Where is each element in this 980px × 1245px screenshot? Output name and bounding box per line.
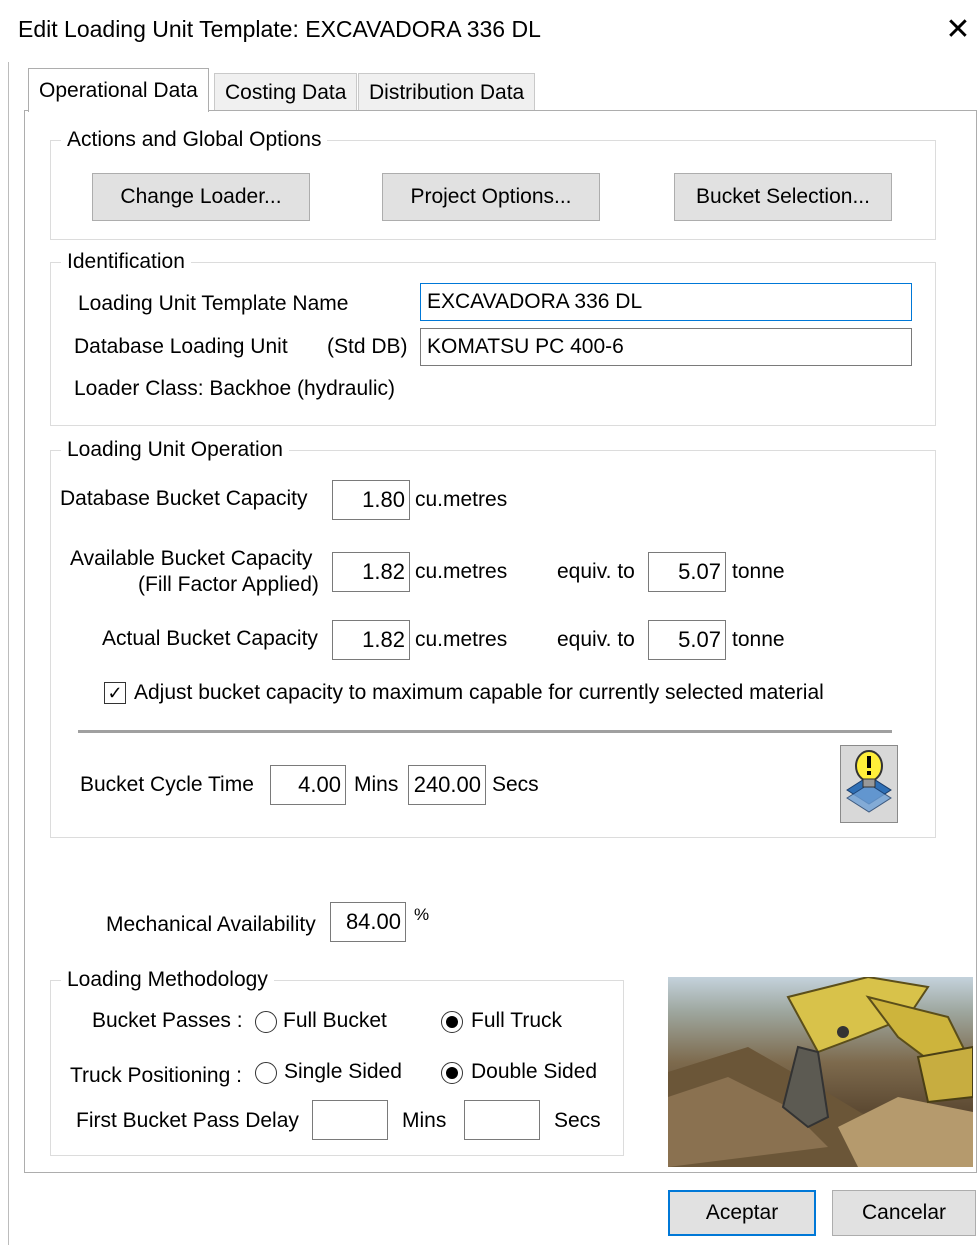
lightbulb-icon-graphic <box>846 750 892 813</box>
db-bucket-capacity-label: Database Bucket Capacity <box>60 487 308 510</box>
std-db-label: (Std DB) <box>327 335 408 358</box>
cycle-secs-field[interactable]: 240.00 <box>408 765 486 805</box>
truck-positioning-label: Truck Positioning : <box>70 1064 242 1087</box>
adjust-capacity-checkbox[interactable]: ✓ <box>104 682 126 704</box>
delay-mins-field[interactable] <box>312 1100 388 1140</box>
actual-capacity-unit: cu.metres <box>415 628 508 651</box>
available-tonne-unit: tonne <box>732 560 785 583</box>
available-capacity-label: Available Bucket Capacity <box>70 547 313 570</box>
double-sided-label: Double Sided <box>471 1060 598 1083</box>
db-capacity-unit: cu.metres <box>415 488 508 511</box>
bucket-cycle-label: Bucket Cycle Time <box>80 773 254 796</box>
ok-button[interactable]: Aceptar <box>668 1190 816 1236</box>
cancel-button[interactable]: Cancelar <box>832 1190 976 1236</box>
actual-capacity-field[interactable]: 1.82 <box>332 620 410 660</box>
bucket-passes-label: Bucket Passes : <box>92 1009 243 1032</box>
actual-equiv-label: equiv. to <box>557 628 635 651</box>
identification-legend: Identification <box>67 250 185 273</box>
actual-tonne-field: 5.07 <box>648 620 726 660</box>
excavator-photo <box>668 977 973 1167</box>
operation-legend: Loading Unit Operation <box>67 438 283 461</box>
project-options-button[interactable]: Project Options... <box>382 173 600 221</box>
available-tonne-field: 5.07 <box>648 552 726 592</box>
window-border <box>8 62 9 1245</box>
separator <box>78 730 892 733</box>
mech-availability-unit: % <box>414 905 430 924</box>
cycle-mins-field[interactable]: 4.00 <box>270 765 346 805</box>
template-name-label: Loading Unit Template Name <box>78 292 349 315</box>
window-title: Edit Loading Unit Template: EXCAVADORA 3… <box>18 16 541 42</box>
template-name-field[interactable]: EXCAVADORA 336 DL <box>420 283 912 321</box>
tab-costing-data[interactable]: Costing Data <box>214 73 358 111</box>
delay-secs-unit: Secs <box>554 1109 601 1132</box>
db-loading-unit-label: Database Loading Unit <box>74 335 288 358</box>
tab-operational-data[interactable]: Operational Data <box>28 68 209 112</box>
full-bucket-radio[interactable] <box>255 1011 277 1033</box>
mech-availability-field[interactable]: 84.00 <box>330 902 406 942</box>
close-icon[interactable]: ✕ <box>938 10 978 50</box>
adjust-capacity-label: Adjust bucket capacity to maximum capabl… <box>134 681 824 704</box>
single-sided-radio[interactable] <box>255 1062 277 1084</box>
first-pass-delay-label: First Bucket Pass Delay <box>76 1109 299 1132</box>
lightbulb-exclamation-icon[interactable] <box>840 745 898 823</box>
tab-distribution-data[interactable]: Distribution Data <box>358 73 536 111</box>
fill-factor-label: (Fill Factor Applied) <box>138 573 319 596</box>
db-bucket-capacity-field: 1.80 <box>332 480 410 520</box>
available-equiv-label: equiv. to <box>557 560 635 583</box>
bucket-selection-button[interactable]: Bucket Selection... <box>674 173 892 221</box>
available-capacity-field[interactable]: 1.82 <box>332 552 410 592</box>
double-sided-radio[interactable] <box>441 1062 463 1084</box>
db-loading-unit-field: KOMATSU PC 400-6 <box>420 328 912 366</box>
loader-class-text: Loader Class: Backhoe (hydraulic) <box>74 377 395 400</box>
title-bar: Edit Loading Unit Template: EXCAVADORA 3… <box>0 0 980 62</box>
full-truck-radio[interactable] <box>441 1011 463 1033</box>
actual-capacity-label: Actual Bucket Capacity <box>102 627 318 650</box>
full-truck-label: Full Truck <box>471 1009 563 1032</box>
mech-availability-label: Mechanical Availability <box>106 913 316 936</box>
excavator-illustration <box>668 977 973 1167</box>
delay-secs-field[interactable] <box>464 1100 540 1140</box>
methodology-legend: Loading Methodology <box>67 968 268 991</box>
delay-mins-unit: Mins <box>402 1109 447 1132</box>
change-loader-button[interactable]: Change Loader... <box>92 173 310 221</box>
cycle-mins-unit: Mins <box>354 773 399 796</box>
full-bucket-label: Full Bucket <box>283 1009 387 1032</box>
actions-legend: Actions and Global Options <box>67 128 322 151</box>
cycle-secs-unit: Secs <box>492 773 539 796</box>
available-capacity-unit: cu.metres <box>415 560 508 583</box>
single-sided-label: Single Sided <box>284 1060 402 1083</box>
actual-tonne-unit: tonne <box>732 628 785 651</box>
